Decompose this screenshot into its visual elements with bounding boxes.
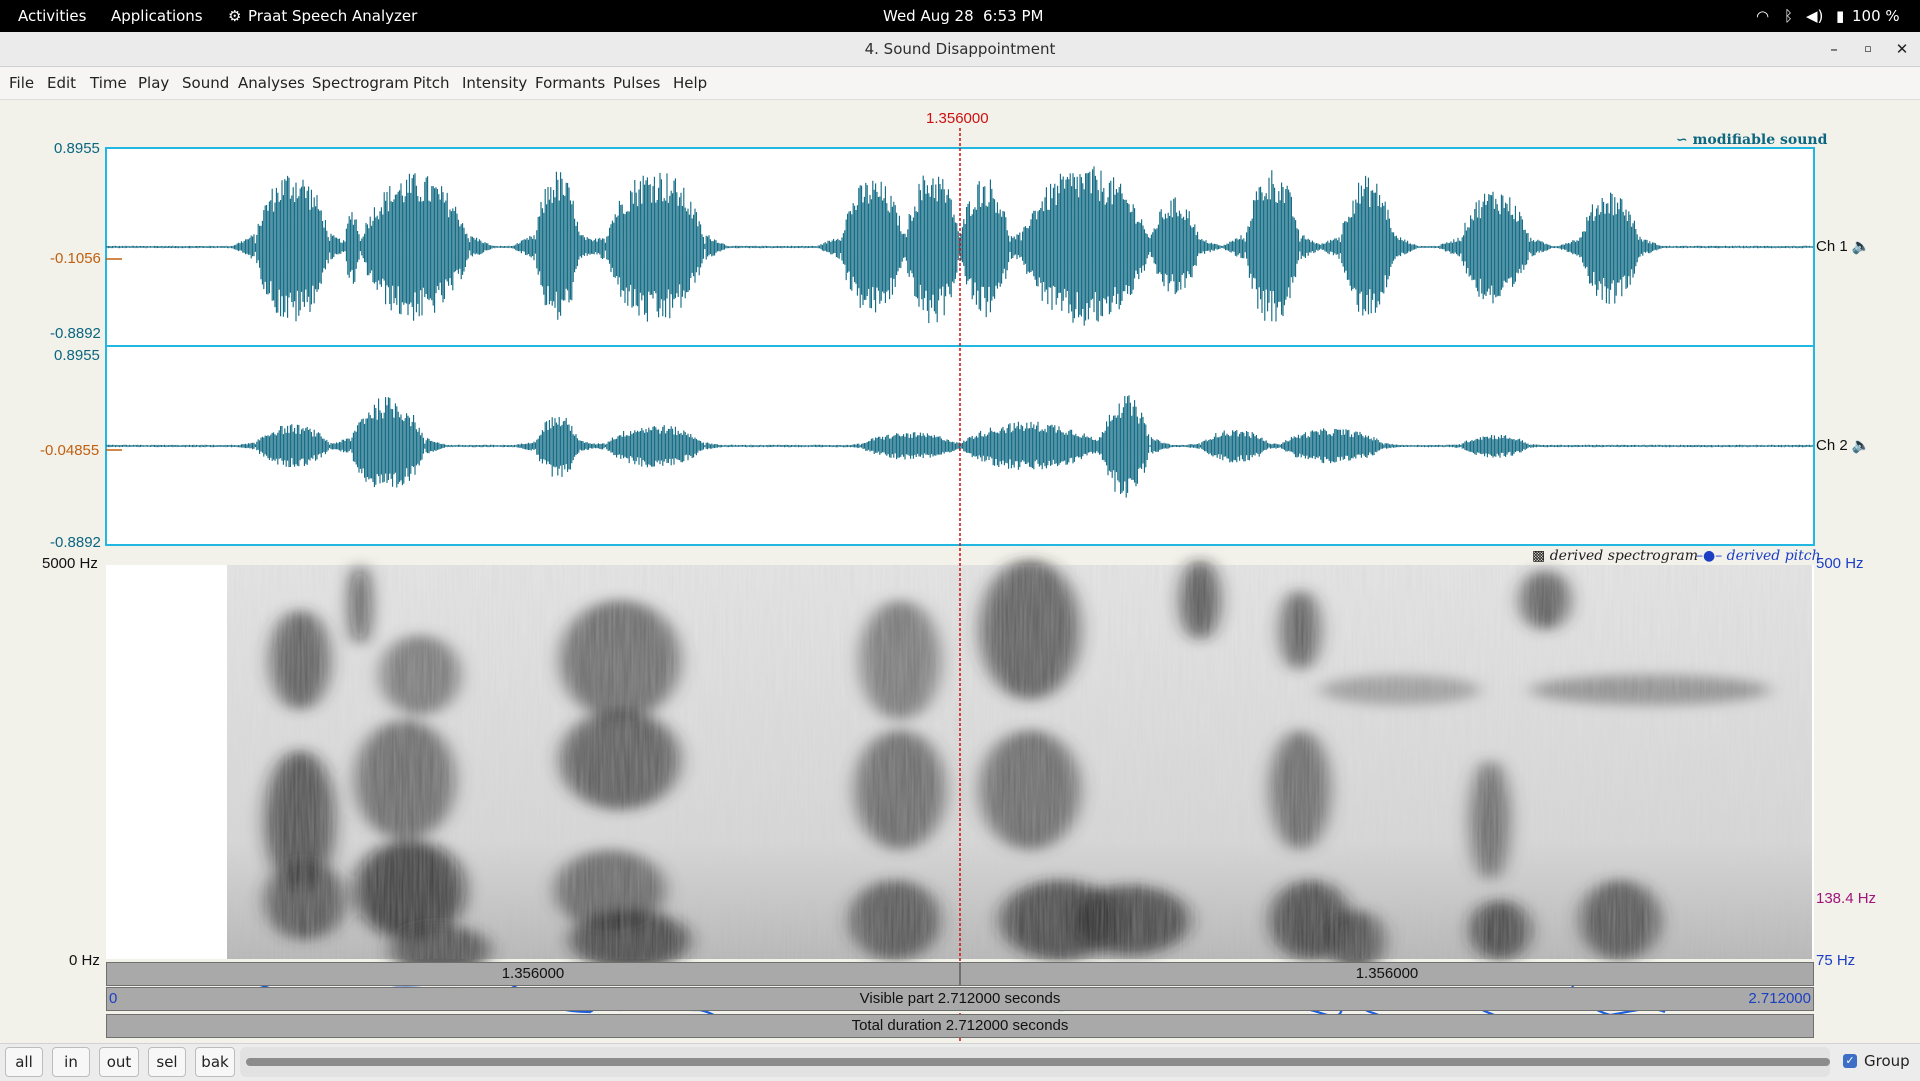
zoom-in-button[interactable]: in <box>52 1047 90 1077</box>
bottom-toolbar: all in out sel bak ✓ Group <box>0 1043 1920 1081</box>
time-segment-right[interactable]: 1.356000 <box>960 962 1814 986</box>
menu-help[interactable]: Help <box>673 74 707 92</box>
sound-editor[interactable]: 1.356000 ∽ modifiable sound 0.8955 -0.10… <box>0 100 1920 1048</box>
menu-play[interactable]: Play <box>138 74 169 92</box>
zoom-out-button[interactable]: out <box>99 1047 139 1077</box>
clock-time[interactable]: 6:53 PM <box>983 7 1043 25</box>
group-label: Group <box>1864 1052 1910 1070</box>
wifi-icon[interactable]: ◠ <box>1756 7 1769 25</box>
bluetooth-icon[interactable]: ᛒ <box>1784 7 1793 25</box>
activities-button[interactable]: Activities <box>18 7 86 25</box>
visible-start-label: 0 <box>109 990 118 1007</box>
applications-menu[interactable]: Applications <box>111 7 203 25</box>
menu-formants[interactable]: Formants <box>535 74 605 92</box>
menu-sound[interactable]: Sound <box>182 74 229 92</box>
zoom-back-button[interactable]: bak <box>195 1047 235 1077</box>
volume-icon[interactable]: ◀) <box>1806 7 1823 25</box>
zoom-selection-button[interactable]: sel <box>148 1047 186 1077</box>
window-title: 4. Sound Disappointment <box>864 40 1056 58</box>
analysis-canvas[interactable] <box>0 100 1920 1048</box>
menu-pitch[interactable]: Pitch <box>413 74 450 92</box>
spectrogram-texture <box>227 565 1812 959</box>
menu-pulses[interactable]: Pulses <box>613 74 660 92</box>
menu-bar: File Edit Time Play Sound Analyses Spect… <box>0 67 1920 100</box>
total-duration-bar[interactable]: Total duration 2.712000 seconds <box>106 1014 1814 1038</box>
battery-icon[interactable]: ▮ <box>1836 7 1844 25</box>
maximize-icon[interactable]: ▫ <box>1857 38 1879 60</box>
clock-date[interactable]: Wed Aug 28 <box>883 7 974 25</box>
window-titlebar: 4. Sound Disappointment – ▫ ✕ <box>0 32 1920 67</box>
menu-file[interactable]: File <box>9 74 34 92</box>
zoom-all-button[interactable]: all <box>5 1047 43 1077</box>
app-menu-icon: ⚙ <box>228 7 242 25</box>
visible-part-bar[interactable]: Visible part 2.712000 seconds 0 2.712000 <box>106 987 1814 1011</box>
menu-edit[interactable]: Edit <box>47 74 76 92</box>
battery-percent: 100 % <box>1852 7 1900 25</box>
horizontal-scrollbar[interactable] <box>246 1058 1830 1066</box>
group-checkbox[interactable]: ✓ <box>1843 1054 1857 1068</box>
menu-time[interactable]: Time <box>90 74 127 92</box>
system-top-bar: Activities Applications ⚙ Praat Speech A… <box>0 0 1920 32</box>
visible-end-label: 2.712000 <box>1748 990 1811 1007</box>
time-segment-left[interactable]: 1.356000 <box>106 962 960 986</box>
close-icon[interactable]: ✕ <box>1891 38 1913 60</box>
menu-spectrogram[interactable]: Spectrogram <box>312 74 409 92</box>
app-menu[interactable]: Praat Speech Analyzer <box>248 7 417 25</box>
menu-intensity[interactable]: Intensity <box>462 74 527 92</box>
menu-analyses[interactable]: Analyses <box>238 74 305 92</box>
minimize-icon[interactable]: – <box>1823 38 1845 60</box>
